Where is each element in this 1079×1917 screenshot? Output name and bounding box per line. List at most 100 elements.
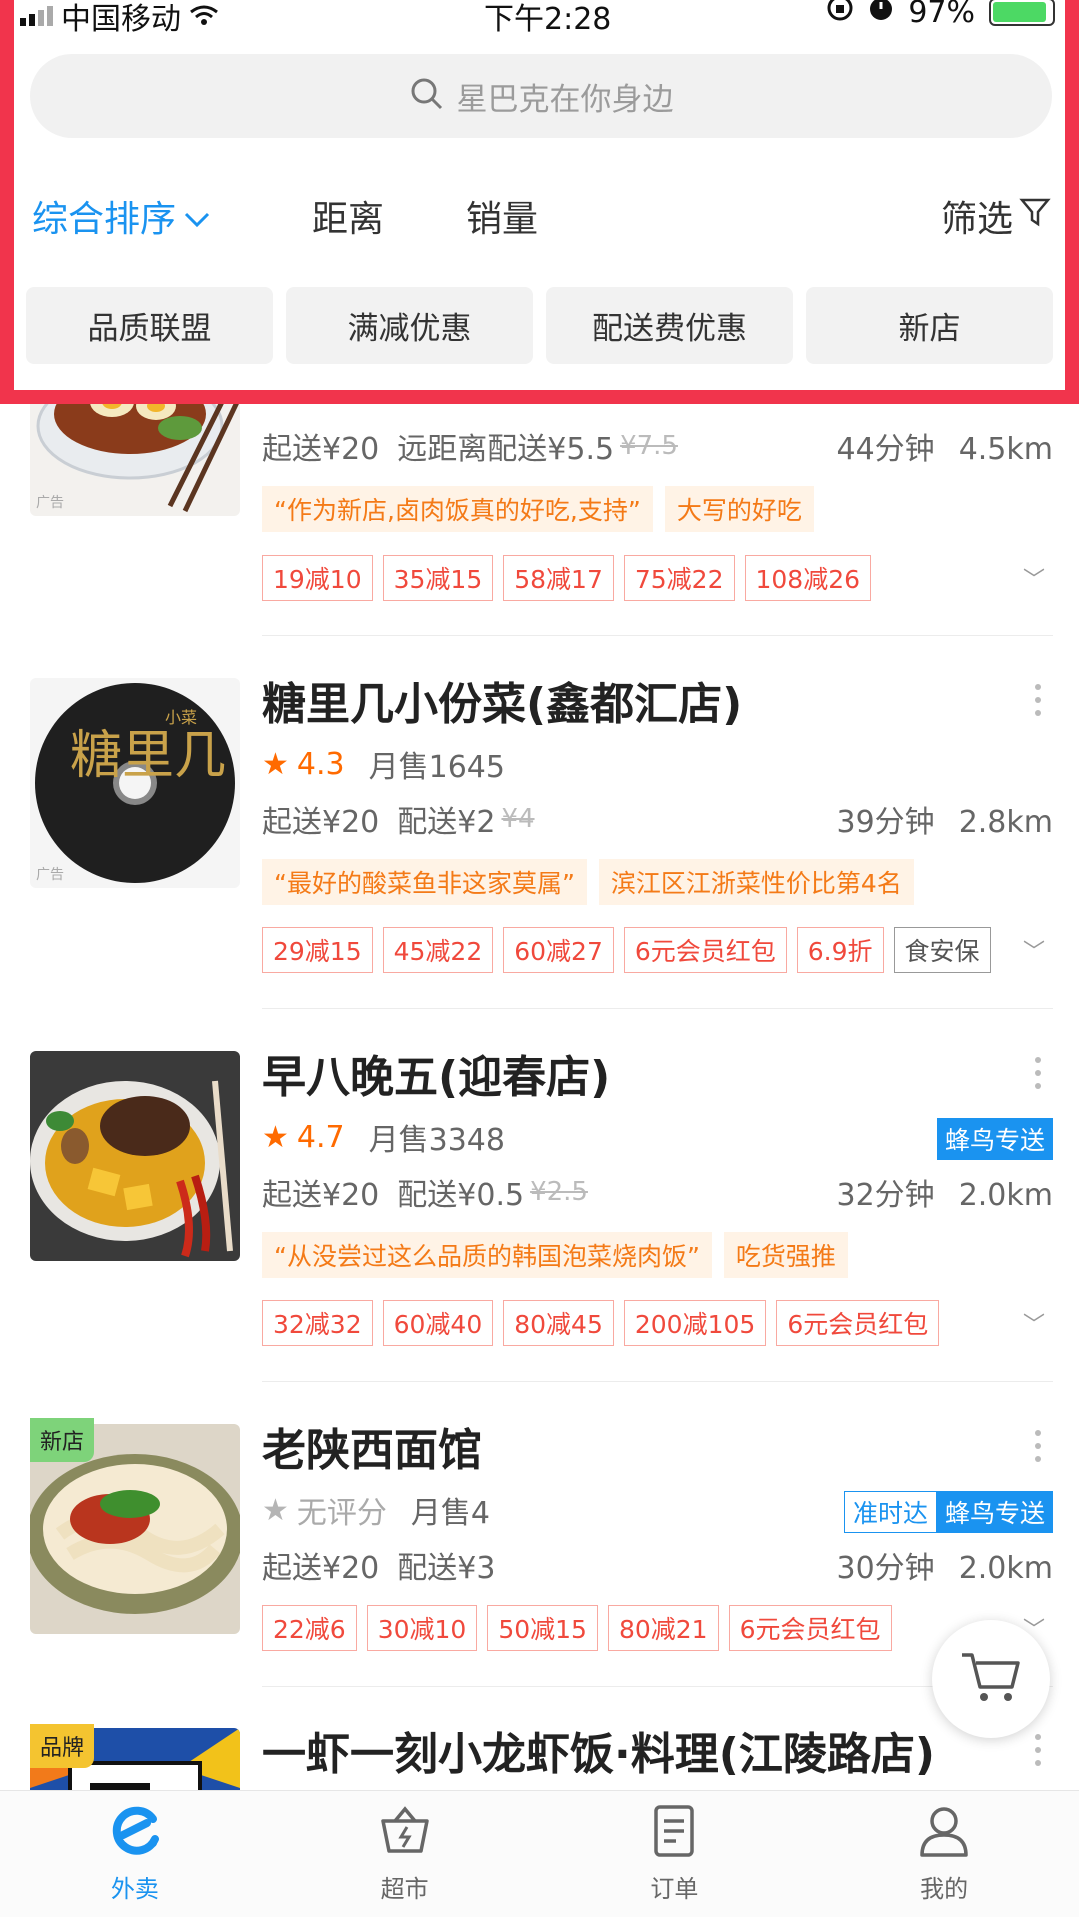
delivery-time: 30分钟: [836, 1551, 935, 1586]
promo-tag: 6元会员红包: [623, 927, 787, 973]
shop-name[interactable]: 一虾一刻小龙虾饭·料理(江陵路店): [262, 1718, 935, 1782]
more-options-icon[interactable]: [1035, 1057, 1043, 1089]
star-icon: ★: [262, 1492, 289, 1528]
delivery-badges: 蜂鸟专送: [936, 1118, 1053, 1160]
chip-new-shop[interactable]: 新店: [806, 287, 1053, 364]
divider: [262, 1008, 1053, 1009]
filter-button[interactable]: 筛选: [941, 190, 1051, 242]
shop-name[interactable]: 老陕西面馆: [262, 1414, 482, 1478]
brand-tag: 品牌: [30, 1724, 95, 1768]
promo-tag: 80减45: [503, 1300, 614, 1346]
search-bar[interactable]: 星巴克在你身边: [30, 54, 1052, 138]
promo-tag: 58减17: [503, 555, 614, 601]
tab-label: 我的: [920, 1875, 969, 1903]
filter-label: 筛选: [940, 199, 1013, 240]
more-options-icon[interactable]: [1035, 1430, 1043, 1462]
sort-comprehensive-button[interactable]: 综合排序: [32, 190, 210, 242]
promo-tag: 29减15: [262, 927, 373, 973]
chip-delivery-fee-discount[interactable]: 配送费优惠: [546, 287, 793, 364]
promo-tag: 60减27: [503, 927, 614, 973]
search-icon: [409, 76, 445, 116]
min-order: 起送¥20: [262, 1551, 380, 1586]
more-options-icon[interactable]: [1035, 1734, 1043, 1766]
shop-rating: ★ 无评分 月售4: [262, 1488, 490, 1532]
delivery-fee: 配送¥2: [397, 805, 496, 840]
chevron-down-icon[interactable]: ﹀: [1023, 1307, 1045, 1339]
quote-tag: “作为新店,卤肉饭真的好吃,支持”: [262, 486, 653, 532]
distance: 2.8km: [958, 805, 1053, 840]
sort-distance-button[interactable]: 距离: [312, 190, 384, 242]
promo-tag: 35减15: [382, 555, 494, 601]
tab-supermarket[interactable]: 超市: [270, 1791, 540, 1917]
status-bar: 中国移动 下午2:28 97%: [14, 0, 1065, 37]
promo-tag: 6.9折: [796, 927, 884, 973]
quote-tag: 吃货强推: [723, 1232, 848, 1278]
min-order: 起送¥20: [262, 1178, 380, 1213]
ad-label: 广告: [36, 867, 64, 883]
more-options-icon[interactable]: [1035, 684, 1043, 716]
filter-funnel-icon: [1019, 196, 1051, 237]
shopping-cart-icon: [960, 1649, 1022, 1709]
time-distance: 39分钟 2.8km: [837, 797, 1054, 841]
min-order: 起送¥20: [262, 432, 380, 467]
ad-label: 广告: [36, 495, 64, 511]
order-list-icon: [646, 1803, 702, 1863]
sort-sales-button[interactable]: 销量: [466, 190, 538, 242]
cart-button[interactable]: [932, 1620, 1050, 1738]
shop-name[interactable]: 糖里几小份菜(鑫都汇店): [262, 668, 742, 732]
review-quotes: “作为新店,卤肉饭真的好吃,支持” 大写的好吃: [262, 486, 814, 532]
time-distance: 30分钟 2.0km: [837, 1543, 1054, 1587]
curry-beef-rice-image: [30, 1051, 240, 1261]
chevron-down-icon: [184, 196, 210, 237]
battery-percent: 97%: [908, 0, 975, 30]
promo-tags: 22减6 30减10 50减15 80减21 6元会员红包: [262, 1605, 892, 1651]
status-right: 97%: [826, 0, 1055, 30]
on-time-badge: 准时达: [843, 1491, 937, 1533]
shop-name[interactable]: 早八晚五(迎春店): [262, 1041, 610, 1105]
wifi-icon: [189, 0, 219, 34]
logo-small-text: 小菜: [165, 708, 197, 727]
review-quotes: “从没尝过这么品质的韩国泡菜烧肉饭” 吃货强推: [262, 1232, 848, 1278]
promo-tags: 19减10 35减15 58减17 75减22 108减26: [262, 555, 872, 601]
promo-tag: 50减15: [487, 1605, 598, 1651]
shop-meta: 起送¥20 远距离配送¥5.5 ¥7.5 44分钟 4.5km: [262, 424, 1053, 468]
fengniao-badge: 蜂鸟专送: [936, 1118, 1053, 1160]
distance: 2.0km: [958, 1178, 1053, 1213]
promo-tag: 32减32: [262, 1300, 373, 1346]
chevron-down-icon[interactable]: ﹀: [1023, 562, 1045, 594]
tab-label: 超市: [380, 1875, 429, 1903]
original-fee: ¥7.5: [620, 431, 678, 461]
tab-waimai[interactable]: 外卖: [0, 1791, 270, 1917]
star-icon: ★: [262, 1119, 289, 1155]
distance: 4.5km: [958, 432, 1053, 467]
original-fee: ¥4: [501, 804, 535, 834]
tab-label: 订单: [650, 1875, 699, 1903]
tab-orders[interactable]: 订单: [540, 1791, 810, 1917]
clock: 下午2:28: [484, 2, 612, 37]
quote-tag: “从没尝过这么品质的韩国泡菜烧肉饭”: [262, 1232, 712, 1278]
chip-quality-alliance[interactable]: 品质联盟: [26, 287, 273, 364]
basket-icon: [377, 1803, 433, 1863]
promo-tags: 29减15 45减22 60减27 6元会员红包 6.9折 食安保: [262, 927, 991, 973]
sort-bar: 综合排序 距离 销量 筛选: [14, 180, 1065, 250]
chevron-down-icon[interactable]: ﹀: [1023, 934, 1045, 966]
shop-thumbnail[interactable]: [30, 1051, 240, 1261]
shop-rating: ★ 4.3 月售1645: [262, 742, 505, 786]
promo-tag: 60减40: [382, 1300, 494, 1346]
shop-thumbnail[interactable]: 糖里几 小菜 广告: [30, 678, 240, 888]
delivery-fee: 远距离配送¥5.5: [397, 432, 615, 467]
quote-tag: 大写的好吃: [664, 486, 814, 532]
rating-score: 4.3: [296, 746, 345, 782]
delivery-fee: 配送¥3: [397, 1551, 496, 1586]
quote-tag: 滨江区江浙菜性价比第4名: [598, 859, 914, 905]
promo-tags: 32减32 60减40 80减45 200减105 6元会员红包: [262, 1300, 940, 1346]
shop-meta: 起送¥20 配送¥3 30分钟 2.0km: [262, 1543, 1053, 1587]
review-quotes: “最好的酸菜鱼非这家莫属” 滨江区江浙菜性价比第4名: [262, 859, 914, 905]
promo-tag: 75减22: [623, 555, 735, 601]
promo-tag: 200减105: [623, 1300, 767, 1346]
promo-tag: 80减21: [607, 1605, 719, 1651]
chip-discount[interactable]: 满减优惠: [286, 287, 533, 364]
alarm-icon: [868, 0, 894, 30]
delivery-fee: 配送¥0.5: [397, 1178, 525, 1213]
tab-profile[interactable]: 我的: [809, 1791, 1079, 1917]
